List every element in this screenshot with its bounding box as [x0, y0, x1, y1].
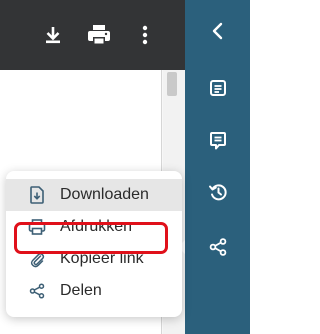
comment-icon[interactable] — [185, 124, 250, 158]
share-icon[interactable] — [178, 230, 250, 264]
download-icon[interactable] — [40, 22, 66, 48]
menu-item-share[interactable]: Delen — [6, 275, 182, 307]
viewer-toolbar — [0, 0, 185, 70]
menu-item-label: Delen — [60, 282, 102, 299]
menu-item-download[interactable]: Downloaden — [6, 179, 182, 211]
document-icon[interactable] — [185, 71, 250, 105]
highlight-annotation — [14, 222, 168, 254]
share-icon — [28, 282, 46, 300]
menu-item-label: Downloaden — [60, 186, 149, 203]
side-rail — [178, 0, 250, 334]
download-doc-icon — [28, 186, 46, 204]
chevron-left-icon[interactable] — [185, 14, 250, 48]
history-icon[interactable] — [185, 175, 250, 209]
print-icon[interactable] — [86, 22, 112, 48]
more-vertical-icon[interactable] — [132, 22, 158, 48]
scrollbar-thumb[interactable] — [167, 72, 177, 96]
